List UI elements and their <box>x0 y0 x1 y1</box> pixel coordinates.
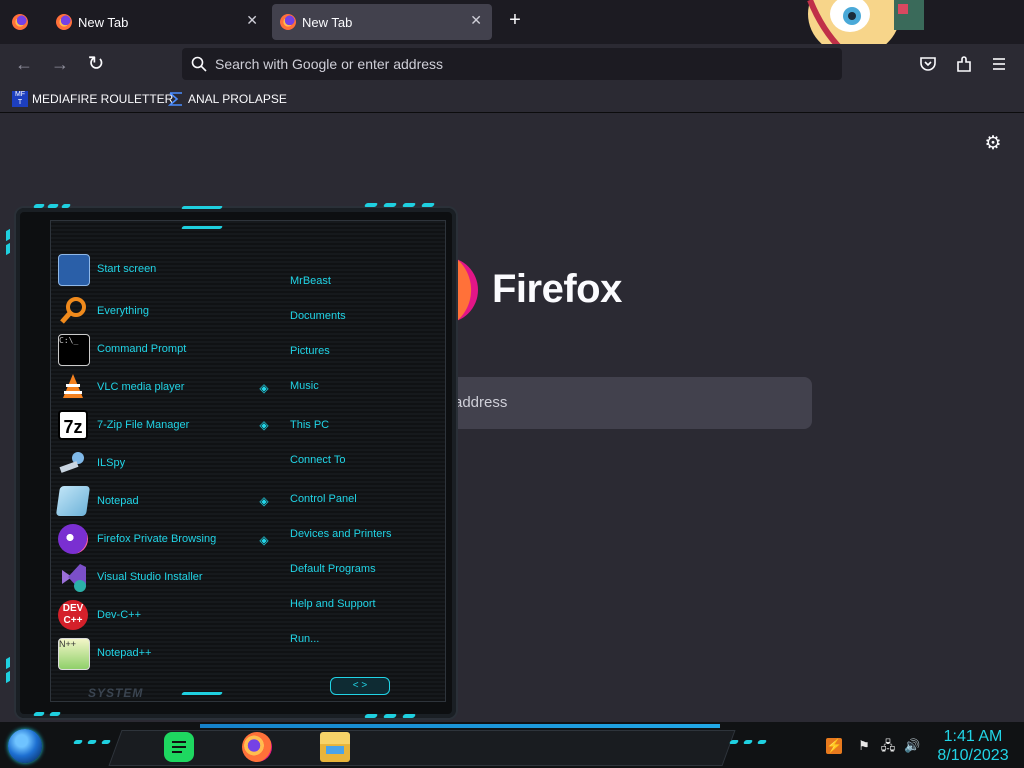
app-label: Command Prompt <box>97 343 187 355</box>
navigation-toolbar: ← → ↻ Search with Google or enter addres… <box>0 44 1024 84</box>
pocket-icon[interactable] <box>919 55 937 73</box>
bookmarks-toolbar: MF T MEDIAFIRE ROULETTER ANAL PROLAPSE <box>0 84 1024 113</box>
back-button[interactable]: ← <box>12 52 36 76</box>
decor-dash <box>756 740 768 744</box>
extensions-icon[interactable] <box>955 55 973 73</box>
place-control-panel[interactable]: Control Panel <box>290 493 357 505</box>
mft-icon: MF T <box>12 91 28 107</box>
clock-time[interactable]: 1:41 AM <box>930 728 1016 746</box>
app-label: Dev-C++ <box>97 609 142 621</box>
firefox-view-icon[interactable] <box>12 14 28 30</box>
submenu-arrow-icon: ◈ <box>259 381 269 395</box>
firefox-favicon-icon <box>56 14 72 30</box>
vlc-icon <box>63 374 83 398</box>
app-label: ILSpy <box>97 457 126 469</box>
tab-1[interactable]: New Tab ✕ <box>46 4 268 40</box>
app-label: Everything <box>97 305 149 317</box>
address-bar[interactable]: Search with Google or enter address <box>182 48 842 80</box>
decor-dash <box>72 740 84 744</box>
app-label: Visual Studio Installer <box>97 571 203 583</box>
decor-dash <box>6 228 10 242</box>
submenu-arrow-icon: ◈ <box>259 533 269 547</box>
vs-installer-icon <box>62 564 86 592</box>
bookmark-label: MEDIAFIRE ROULETTER <box>32 92 174 106</box>
place-music[interactable]: Music <box>290 380 319 392</box>
notepadpp-icon: N++ <box>58 638 90 670</box>
decor-dash <box>181 206 223 209</box>
taskbar-accent <box>200 724 720 728</box>
cmd-icon: C:\_ <box>58 334 90 366</box>
ilspy-icon <box>59 452 84 473</box>
place-this-pc[interactable]: This PC <box>290 419 329 431</box>
decor-dash <box>728 740 740 744</box>
tab-close-icon[interactable]: ✕ <box>246 12 258 29</box>
place-help-support[interactable]: Help and Support <box>290 598 376 610</box>
tab-title: New Tab <box>78 15 129 30</box>
bookmark-mediafire[interactable]: MF T MEDIAFIRE ROULETTER <box>12 90 173 108</box>
search-icon <box>191 56 207 72</box>
decor-dash <box>6 670 10 684</box>
clock-date[interactable]: 8/10/2023 <box>930 747 1016 765</box>
place-pictures[interactable]: Pictures <box>290 345 330 357</box>
tab-title: New Tab <box>302 15 353 30</box>
submenu-arrow-icon: ◈ <box>259 418 269 432</box>
devcpp-icon: DEV C++ <box>58 600 88 630</box>
app-label: Notepad++ <box>97 647 152 659</box>
gear-icon[interactable]: ⚙ <box>983 134 1003 154</box>
place-devices-printers[interactable]: Devices and Printers <box>290 528 392 540</box>
7zip-icon: 7z <box>58 410 88 440</box>
decor-dash <box>100 740 112 744</box>
newtab-search-placeholder: address <box>454 394 508 411</box>
decor-dash <box>181 226 223 229</box>
place-connect-to[interactable]: Connect To <box>290 454 345 466</box>
newtab-search-input[interactable]: address <box>430 377 812 429</box>
firefox-brand: Firefox <box>430 255 650 325</box>
volume-icon[interactable]: 🔊 <box>904 738 920 754</box>
tab-close-icon[interactable]: ✕ <box>470 12 482 29</box>
decor-dash <box>6 656 10 670</box>
taskbar-panel <box>108 730 736 766</box>
start-menu-nav-arrows[interactable]: < > <box>330 677 390 695</box>
firefox-favicon-icon <box>280 14 296 30</box>
taskbar: ⚡ ⚑ 🖧 🔊 1:41 AM 8/10/2023 <box>0 722 1024 768</box>
notepad-icon <box>55 486 91 516</box>
app-label: 7-Zip File Manager <box>97 419 190 431</box>
network-icon[interactable]: 🖧 <box>880 738 896 754</box>
decor-dash <box>6 242 10 256</box>
sigma-icon <box>168 92 182 106</box>
flag-icon[interactable]: ⚑ <box>856 738 872 754</box>
firefox-wordmark: Firefox <box>492 267 622 311</box>
firefox-private-icon <box>58 524 88 554</box>
firefox-icon[interactable] <box>242 732 272 762</box>
start-orb-button[interactable] <box>8 729 42 763</box>
file-explorer-icon[interactable] <box>320 732 350 762</box>
submenu-arrow-icon: ◈ <box>259 494 269 508</box>
app-label: Firefox Private Browsing <box>97 533 217 545</box>
system-label: SYSTEM <box>88 686 144 700</box>
reload-button[interactable]: ↻ <box>84 52 108 76</box>
start-screen-icon <box>58 254 90 286</box>
notes-app-icon[interactable] <box>164 732 194 762</box>
place-documents[interactable]: Documents <box>290 310 346 322</box>
forward-button[interactable]: → <box>48 52 72 76</box>
tab-bar: New Tab ✕ New Tab ✕ + <box>0 0 1024 56</box>
app-label: VLC media player <box>97 381 185 393</box>
decor-dash <box>86 740 98 744</box>
bookmark-label: ANAL PROLAPSE <box>188 92 287 106</box>
app-label: Notepad <box>97 495 139 507</box>
place-default-programs[interactable]: Default Programs <box>290 563 376 575</box>
bookmark-2[interactable]: ANAL PROLAPSE <box>168 90 288 108</box>
app-label: Start screen <box>97 263 157 275</box>
everything-icon <box>60 297 86 324</box>
tray-app-icon[interactable]: ⚡ <box>826 738 842 754</box>
place-run[interactable]: Run... <box>290 633 319 645</box>
place-mrbeast[interactable]: MrBeast <box>290 275 331 287</box>
new-tab-button[interactable]: + <box>504 10 526 32</box>
decor-dash <box>742 740 754 744</box>
address-placeholder: Search with Google or enter address <box>215 56 444 72</box>
menu-icon[interactable] <box>991 56 1007 72</box>
tab-2[interactable]: New Tab ✕ <box>272 4 492 40</box>
decor-dash <box>181 692 223 695</box>
